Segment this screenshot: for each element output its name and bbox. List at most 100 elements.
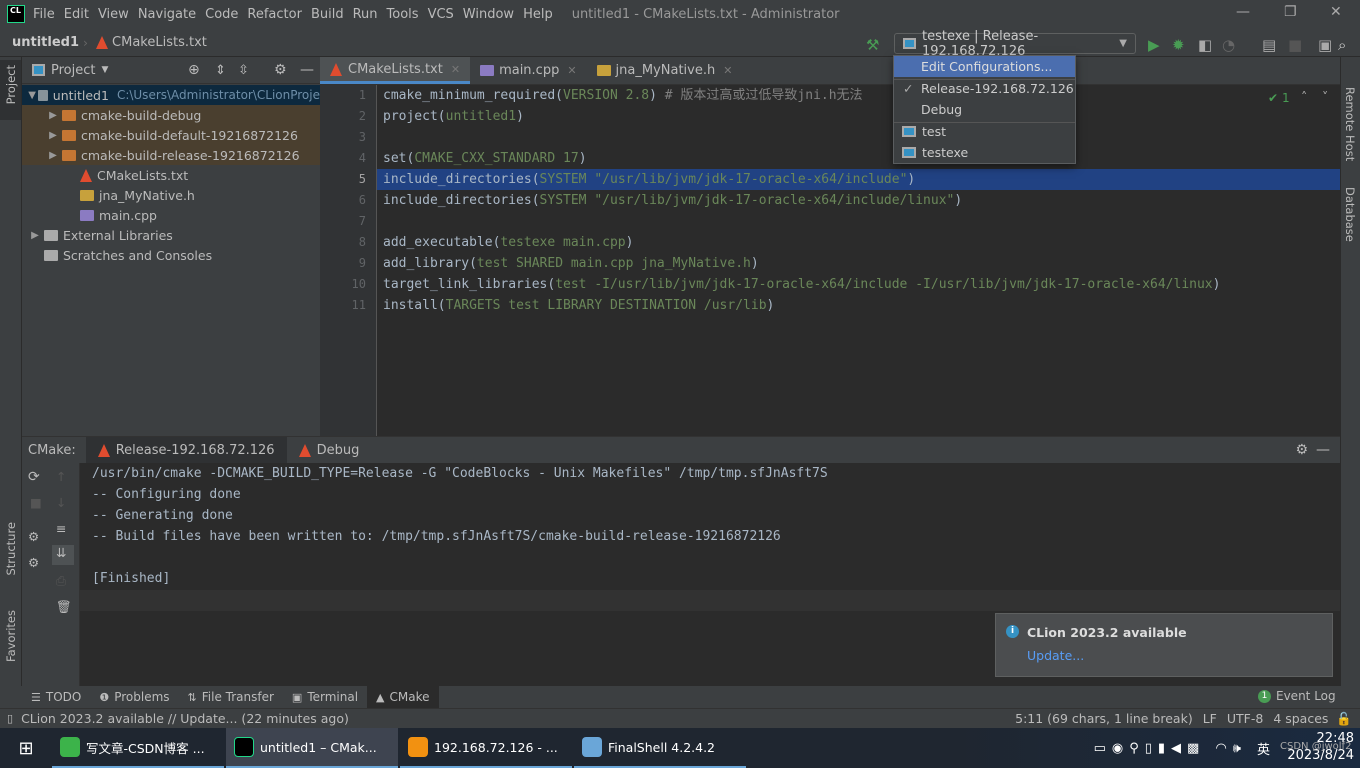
cmake-profile-tab[interactable]: Debug [287, 437, 372, 463]
gear-icon[interactable]: ⚙ [1295, 442, 1308, 458]
down-icon[interactable]: ↓ [56, 495, 66, 510]
taskbar-app[interactable]: untitled1 – CMak... [226, 728, 398, 768]
favorites-tool-tab[interactable]: Favorites [4, 610, 18, 662]
tree-item[interactable]: ▶ cmake-build-release-19216872126 [22, 145, 320, 165]
project-view-selector[interactable]: Project [51, 63, 95, 78]
taskbar-app[interactable]: 192.168.72.126 - ... [400, 728, 572, 768]
profile-icon[interactable]: ◔ [1222, 36, 1235, 54]
tool-window-todo[interactable]: ☰ TODO [22, 686, 90, 708]
tool-window-problems[interactable]: ❶ Problems [90, 686, 178, 708]
reload-icon[interactable]: ⟳ [28, 469, 40, 485]
stop-icon[interactable]: ■ [30, 495, 42, 510]
stop-icon[interactable]: ■ [1288, 36, 1302, 54]
menu-refactor[interactable]: Refactor [247, 7, 302, 22]
tree-item[interactable]: ▶ cmake-build-default-19216872126 [22, 125, 320, 145]
target-test-item[interactable]: test [894, 121, 1075, 142]
next-highlight-icon[interactable]: ˅ [1322, 89, 1328, 104]
collapse-all-icon[interactable]: ⇳ [238, 63, 249, 78]
search-icon[interactable]: ⌕ [1338, 36, 1346, 54]
ime-indicator[interactable]: 英 [1257, 739, 1270, 758]
menu-help[interactable]: Help [523, 7, 553, 22]
tree-item[interactable]: CMakeLists.txt [22, 165, 320, 185]
line-separator[interactable]: LF [1203, 711, 1217, 726]
previous-highlight-icon[interactable]: ˄ [1301, 89, 1307, 104]
windows-start-icon[interactable]: ⊞ [0, 738, 52, 759]
target-testexe-item[interactable]: testexe [894, 142, 1075, 163]
menu-file[interactable]: File [33, 7, 55, 22]
edit-configurations-item[interactable]: Edit Configurations... [894, 56, 1075, 77]
attach-icon[interactable]: ▤ [1262, 36, 1276, 54]
hide-icon[interactable]: — [1316, 442, 1330, 458]
clock[interactable]: 22:48 2023/8/24 CSDN @jwolf2 [1280, 728, 1360, 768]
taskbar-app-label: untitled1 – CMak... [260, 739, 377, 755]
tab-label: CMakeLists.txt [348, 61, 443, 77]
up-icon[interactable]: ↑ [56, 469, 66, 484]
terminal-icon[interactable]: ▣ [1318, 36, 1332, 54]
menu-code[interactable]: Code [205, 7, 238, 22]
code-area[interactable]: cmake_minimum_required(VERSION 2.8) # 版本… [320, 85, 1340, 436]
scroll-to-end-icon[interactable]: ⇊ [52, 545, 74, 565]
close-tab-icon[interactable]: ✕ [567, 64, 576, 77]
lock-icon[interactable]: 🔓 [1336, 711, 1352, 727]
menu-run[interactable]: Run [353, 7, 378, 22]
indent-setting[interactable]: 4 spaces [1273, 711, 1328, 726]
code-token: include_directories( [383, 193, 540, 208]
soft-wrap-icon[interactable]: ≡ [56, 521, 66, 536]
menu-vcs[interactable]: VCS [428, 7, 454, 22]
breadcrumb-project[interactable]: untitled1 [12, 35, 79, 50]
menu-build[interactable]: Build [311, 7, 344, 22]
editor-tab[interactable]: jna_MyNative.h ✕ [587, 57, 743, 84]
menu-view[interactable]: View [98, 7, 129, 22]
breadcrumb-file[interactable]: CMakeLists.txt [112, 35, 207, 50]
clear-icon[interactable]: 🗑 [56, 599, 72, 615]
taskbar-app[interactable]: 写文章-CSDN博客 ... [52, 728, 224, 768]
editor-tab[interactable]: CMakeLists.txt ✕ [320, 57, 471, 84]
inspection-ok-icon[interactable]: ✔ [1268, 91, 1278, 105]
close-tab-icon[interactable]: ✕ [723, 64, 732, 77]
profile-debug-item[interactable]: Debug [894, 99, 1075, 120]
tree-item[interactable]: ▼ untitled1 C:\Users\Administrator\CLionPr… [22, 85, 320, 105]
run-configuration-selector[interactable]: testexe | Release-192.168.72.126 ▼ [894, 29, 1136, 59]
expand-all-icon[interactable]: ⇕ [215, 63, 226, 78]
cmake-profile-tab[interactable]: Release-192.168.72.126 [85, 437, 287, 463]
print-icon[interactable]: ⎙ [56, 573, 66, 589]
hide-icon[interactable]: — [300, 62, 314, 78]
status-message[interactable]: CLion 2023.2 available // Update... (22 … [21, 711, 349, 726]
gear-icon[interactable]: ⚙ [274, 62, 287, 78]
tree-item[interactable]: Scratches and Consoles [22, 245, 320, 265]
build-hammer-icon[interactable]: ⚒ [866, 36, 879, 54]
locate-icon[interactable]: ⊕ [188, 62, 200, 78]
profile-release-item[interactable]: ✓ Release-192.168.72.126 [894, 78, 1075, 99]
menu-window[interactable]: Window [463, 7, 514, 22]
debug-icon[interactable]: ✹ [1172, 36, 1185, 54]
structure-tool-tab[interactable]: Structure [4, 522, 18, 576]
run-icon[interactable]: ▶ [1148, 36, 1160, 54]
menu-tools[interactable]: Tools [387, 7, 419, 22]
editor-tab[interactable]: main.cpp ✕ [470, 57, 586, 84]
update-link[interactable]: Update... [1027, 648, 1084, 663]
taskbar-app[interactable]: FinalShell 4.2.4.2 [574, 728, 746, 768]
tool-window-terminal[interactable]: ▣ Terminal [283, 686, 367, 708]
tree-item[interactable]: main.cpp [22, 205, 320, 225]
minimize-icon[interactable]: — [1236, 4, 1250, 20]
close-icon[interactable]: ✕ [1330, 4, 1342, 20]
coverage-icon[interactable]: ◧ [1198, 36, 1212, 54]
close-tab-icon[interactable]: ✕ [451, 63, 460, 76]
project-tool-tab[interactable]: Project [4, 65, 18, 104]
menu-navigate[interactable]: Navigate [138, 7, 196, 22]
caret-position[interactable]: 5:11 (69 chars, 1 line break) [1015, 711, 1193, 726]
tray-icons[interactable]: ▭◉⚲▯▮◀▩ ◠🕪 [1094, 741, 1247, 756]
tree-item[interactable]: ▶ External Libraries [22, 225, 320, 245]
remote-host-tool-tab[interactable]: Remote Host [1343, 87, 1357, 161]
file-encoding[interactable]: UTF-8 [1227, 711, 1263, 726]
tool-window-cmake[interactable]: ▲ CMake [367, 686, 439, 708]
event-log-button[interactable]: 1 Event Log [1258, 689, 1336, 703]
tool-window-file-transfer[interactable]: ⇅ File Transfer [179, 686, 283, 708]
cmake-settings-icon[interactable]: ⚙ [28, 529, 39, 544]
tree-item[interactable]: jna_MyNative.h [22, 185, 320, 205]
settings-icon[interactable]: ⚙ [28, 555, 39, 570]
database-tool-tab[interactable]: Database [1343, 187, 1357, 242]
tree-item[interactable]: ▶ cmake-build-debug [22, 105, 320, 125]
maximize-icon[interactable]: ❐ [1284, 4, 1297, 20]
menu-edit[interactable]: Edit [64, 7, 89, 22]
